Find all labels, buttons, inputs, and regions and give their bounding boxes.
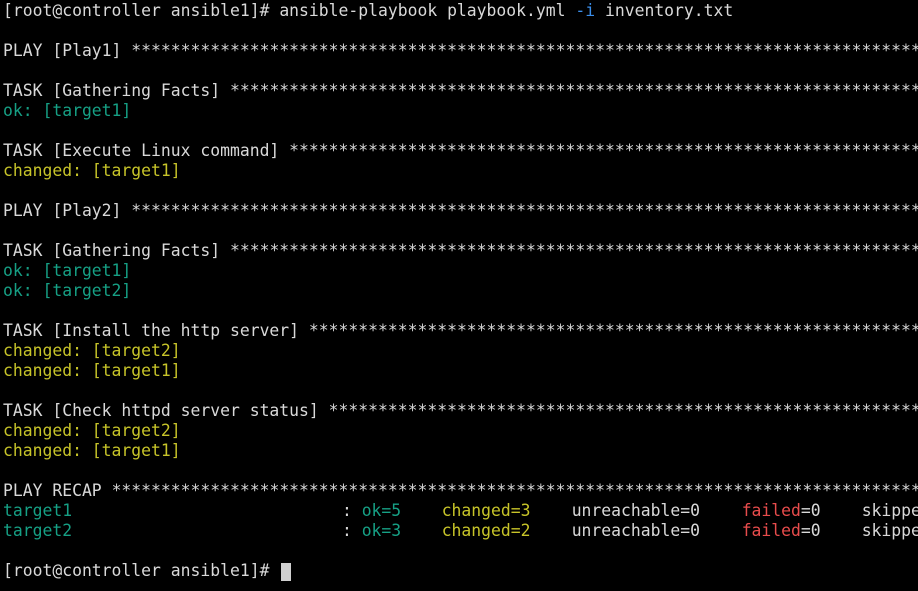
task-title: TASK [Gathering Facts] xyxy=(3,81,230,100)
task-header: TASK [Gathering Facts] *****************… xyxy=(3,81,918,101)
command-arg: inventory.txt xyxy=(595,1,734,20)
recap-failed-key: failed xyxy=(741,501,801,520)
shell-prompt: [root@controller ansible1]# xyxy=(3,1,280,20)
task-title: TASK [Check httpd server status] xyxy=(3,401,329,420)
task-header: TASK [Install the http server] *********… xyxy=(3,321,918,341)
command-flag: -i xyxy=(575,1,596,20)
stars-rule: ****************************************… xyxy=(289,141,918,160)
play-title: PLAY [Play1] xyxy=(3,41,132,60)
task-title: TASK [Gathering Facts] xyxy=(3,241,230,260)
recap-unreachable: unreachable=0 xyxy=(571,501,700,520)
text-cursor[interactable] xyxy=(281,562,292,581)
stars-rule: ****************************************… xyxy=(328,401,918,420)
recap-changed: changed=2 xyxy=(441,521,531,540)
final-prompt-line[interactable]: [root@controller ansible1]# xyxy=(3,561,918,581)
recap-row: target2 : ok=3 changed=2 unreachable=0 fail… xyxy=(3,521,918,541)
play-title: PLAY [Play2] xyxy=(3,201,132,220)
recap-row: target1 : ok=5 changed=3 unreachable=0 fail… xyxy=(3,501,918,521)
recap-host: target2 xyxy=(3,521,73,540)
recap-failed-value: =0 xyxy=(800,501,821,520)
task-result-changed: changed: [target2] xyxy=(3,421,181,440)
task-result-ok: ok: [target2] xyxy=(3,281,132,300)
recap-host: target1 xyxy=(3,501,73,520)
task-result-changed: changed: [target2] xyxy=(3,341,181,360)
stars-rule: ****************************************… xyxy=(229,81,918,100)
task-result-changed: changed: [target1] xyxy=(3,161,181,180)
task-result-changed: changed: [target1] xyxy=(3,441,181,460)
stars-rule: ****************************************… xyxy=(131,41,918,60)
recap-changed: changed=3 xyxy=(441,501,531,520)
recap-separator: : xyxy=(332,501,362,520)
play-header: PLAY [Play2] ***************************… xyxy=(3,201,918,221)
task-result-ok: ok: [target1] xyxy=(3,261,132,280)
stars-rule: ****************************************… xyxy=(229,241,918,260)
stars-rule: ****************************************… xyxy=(111,481,918,500)
stars-rule: ****************************************… xyxy=(308,321,918,340)
recap-title: PLAY RECAP xyxy=(3,481,112,500)
recap-ok: ok=3 xyxy=(361,521,402,540)
recap-skipped: skipped=0 xyxy=(861,521,918,540)
task-header: TASK [Check httpd server status] *******… xyxy=(3,401,918,421)
task-header: TASK [Execute Linux command] ***********… xyxy=(3,141,918,161)
recap-unreachable: unreachable=0 xyxy=(571,521,700,540)
task-header: TASK [Gathering Facts] *****************… xyxy=(3,241,918,261)
command-line: [root@controller ansible1]# ansible-play… xyxy=(3,1,918,21)
command-text: ansible-playbook playbook.yml xyxy=(279,1,576,20)
stars-rule: ****************************************… xyxy=(131,201,918,220)
recap-header: PLAY RECAP *****************************… xyxy=(3,481,918,501)
terminal-window[interactable]: [root@controller ansible1]# ansible-play… xyxy=(0,0,918,591)
shell-prompt: [root@controller ansible1]# xyxy=(3,561,280,580)
recap-ok: ok=5 xyxy=(361,501,402,520)
recap-failed-value: =0 xyxy=(800,521,821,540)
recap-separator: : xyxy=(332,521,362,540)
recap-failed-key: failed xyxy=(741,521,801,540)
task-title: TASK [Install the http server] xyxy=(3,321,309,340)
task-title: TASK [Execute Linux command] xyxy=(3,141,290,160)
play-header: PLAY [Play1] ***************************… xyxy=(3,41,918,61)
task-result-changed: changed: [target1] xyxy=(3,361,181,380)
task-result-ok: ok: [target1] xyxy=(3,101,132,120)
recap-skipped: skipped=0 xyxy=(861,501,918,520)
